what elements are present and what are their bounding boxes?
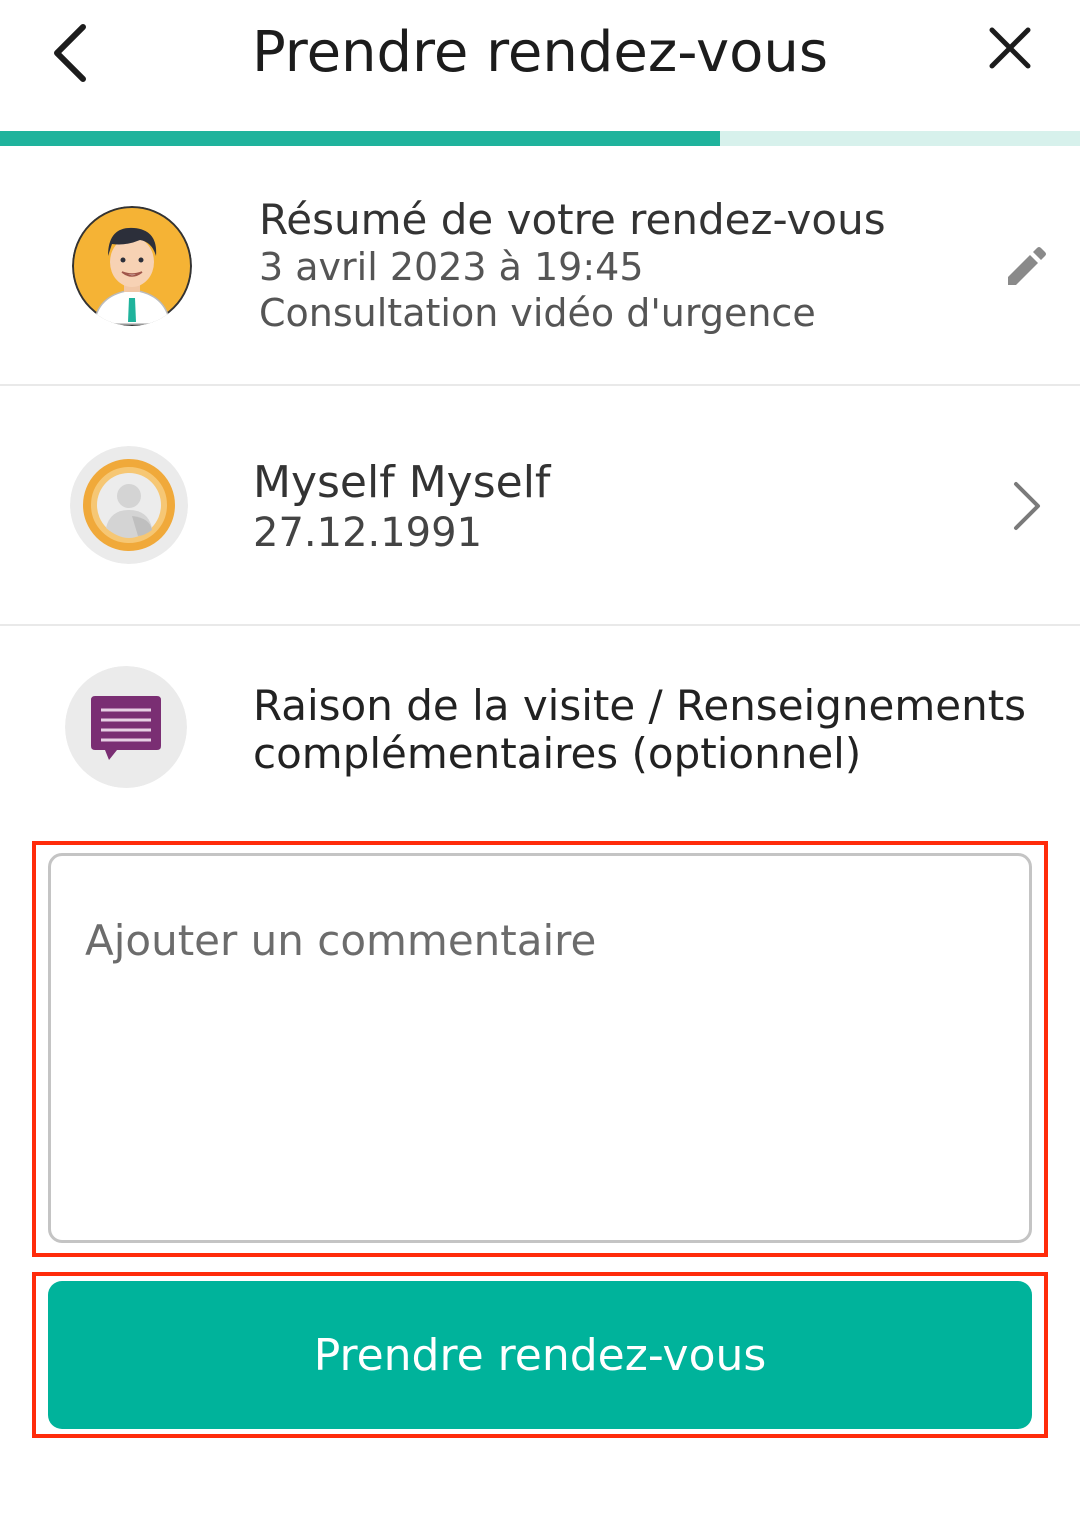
close-button[interactable] — [980, 18, 1040, 78]
page-title: Prendre rendez-vous — [251, 20, 829, 85]
pencil-icon — [1008, 247, 1046, 285]
summary-row: Résumé de votre rendez-vous 3 avril 2023… — [0, 146, 1080, 384]
doctor-avatar — [72, 206, 192, 326]
patient-name: Myself Myself — [253, 457, 551, 508]
progress-fill — [0, 131, 721, 146]
reason-row: Raison de la visite / Renseignements com… — [0, 626, 1080, 826]
edit-summary-button[interactable] — [1004, 245, 1048, 289]
close-icon — [989, 27, 1031, 69]
summary-type: Consultation vidéo d'urgence — [259, 291, 816, 335]
header: Prendre rendez-vous — [0, 0, 1080, 130]
patient-birthdate: 27.12.1991 — [253, 510, 483, 556]
summary-datetime: 3 avril 2023 à 19:45 — [259, 245, 644, 289]
reason-label-line2: complémentaires (optionnel) — [253, 729, 862, 778]
reason-icon-wrap — [65, 666, 187, 788]
book-appointment-button[interactable]: Prendre rendez-vous — [48, 1281, 1032, 1429]
message-icon — [65, 666, 187, 788]
summary-heading: Résumé de votre rendez-vous — [259, 195, 886, 244]
comment-input[interactable] — [51, 856, 1029, 1240]
reason-label-line1: Raison de la visite / Renseignements — [253, 681, 1027, 730]
patient-avatar — [70, 446, 188, 564]
chevron-right-icon — [1014, 482, 1040, 530]
chevron-left-icon — [54, 24, 86, 82]
comment-field[interactable] — [48, 853, 1032, 1243]
back-button[interactable] — [40, 18, 100, 88]
patient-row[interactable]: Myself Myself 27.12.1991 — [0, 386, 1080, 624]
patient-chevron[interactable] — [1012, 480, 1042, 532]
progress-bar — [0, 131, 1080, 146]
doctor-icon — [72, 206, 192, 326]
user-icon — [70, 446, 188, 564]
